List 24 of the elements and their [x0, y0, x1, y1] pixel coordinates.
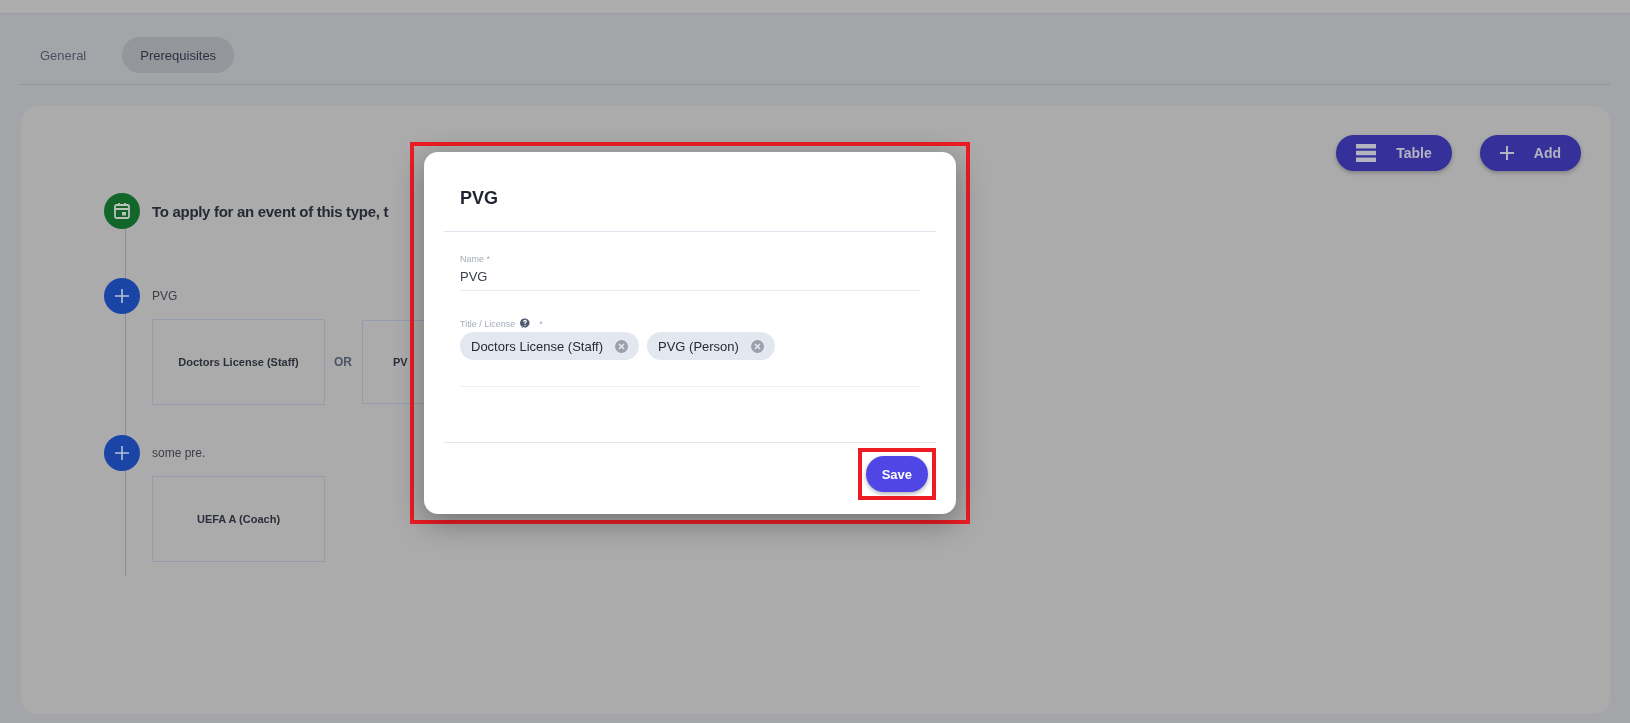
timeline-heading: To apply for an event of this type, t — [152, 202, 389, 220]
clear-icon[interactable] — [615, 339, 628, 353]
calendar-icon — [104, 193, 140, 229]
add-button[interactable]: Add — [1479, 135, 1581, 171]
tab[interactable]: General — [22, 37, 105, 73]
clear-icon[interactable] — [750, 339, 764, 353]
chip[interactable]: Doctors License (Staff) — [460, 332, 639, 360]
or-label: OR — [334, 355, 352, 369]
group-label: some pre. — [152, 446, 206, 460]
tab[interactable]: Prerequisites — [122, 37, 235, 73]
table-icon — [1356, 144, 1377, 162]
dialog-title: PVG — [459, 187, 499, 210]
help-icon[interactable] — [520, 318, 531, 329]
save-button[interactable]: Save — [865, 456, 928, 492]
add-icon[interactable] — [104, 435, 140, 471]
chip[interactable]: PVG (Person) — [647, 332, 775, 360]
name-field[interactable]: Name * PVG — [460, 254, 920, 291]
plus-icon — [1499, 146, 1514, 160]
table-button[interactable]: Table — [1336, 135, 1452, 171]
group-label: PVG — [152, 289, 178, 303]
required-mark: * — [539, 318, 543, 329]
prerequisite-card: UEFA A (Coach) — [152, 476, 325, 562]
add-icon[interactable] — [104, 278, 140, 314]
prerequisite-card: Doctors License (Staff) — [152, 319, 325, 405]
